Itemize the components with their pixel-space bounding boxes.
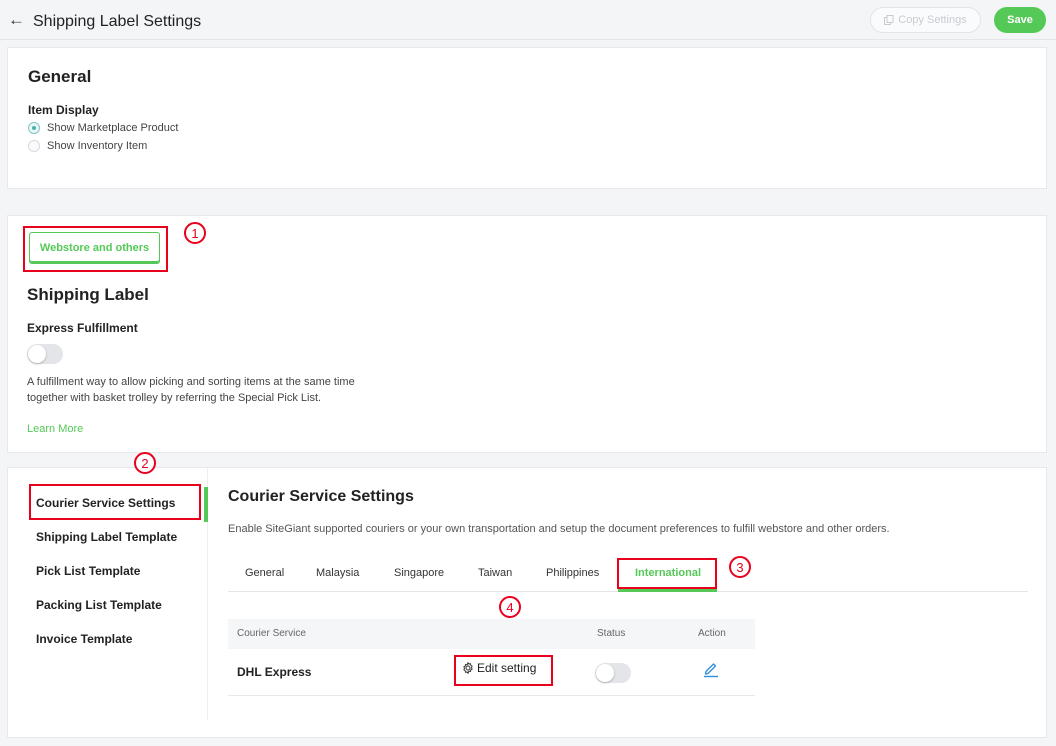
item-display-label: Item Display (28, 103, 99, 117)
webstore-and-others-button[interactable]: Webstore and others (29, 232, 160, 264)
annotation-number-1: 1 (184, 222, 206, 244)
save-button[interactable]: Save (994, 7, 1046, 33)
annotation-number-4: 4 (499, 596, 521, 618)
courier-section-description: Enable SiteGiant supported couriers or y… (228, 523, 890, 535)
sidebar-item-shipping-label-template[interactable]: Shipping Label Template (36, 530, 177, 544)
tab-taiwan[interactable]: Taiwan (478, 567, 512, 579)
radio-unselected-icon (28, 140, 40, 152)
table-row: DHL Express Edit setting (228, 649, 755, 696)
page-title: Shipping Label Settings (33, 13, 202, 30)
express-fulfillment-label: Express Fulfillment (27, 321, 138, 335)
active-tab-underline (618, 589, 717, 592)
tab-philippines[interactable]: Philippines (546, 567, 599, 579)
courier-name: DHL Express (237, 665, 312, 679)
tab-singapore[interactable]: Singapore (394, 567, 444, 579)
copy-settings-label: Copy Settings (898, 14, 967, 26)
table-header: Courier Service Status Action (228, 619, 755, 649)
column-header-action: Action (698, 628, 726, 639)
copy-icon (884, 15, 894, 25)
pencil-icon[interactable] (703, 660, 719, 678)
express-fulfillment-toggle[interactable] (27, 344, 63, 364)
learn-more-link[interactable]: Learn More (27, 423, 83, 435)
radio-selected-icon (28, 122, 40, 134)
courier-status-toggle[interactable] (595, 663, 631, 683)
tab-malaysia[interactable]: Malaysia (316, 567, 359, 579)
general-card: General Item Display Show Marketplace Pr… (7, 47, 1047, 189)
gear-icon (463, 662, 473, 674)
edit-setting-label: Edit setting (477, 661, 537, 675)
column-header-status: Status (597, 628, 626, 639)
radio-label: Show Inventory Item (47, 140, 148, 152)
radio-show-inventory-item[interactable]: Show Inventory Item (28, 140, 147, 152)
sidebar-item-invoice-template[interactable]: Invoice Template (36, 632, 132, 646)
sidebar-item-pick-list-template[interactable]: Pick List Template (36, 564, 140, 578)
radio-label: Show Marketplace Product (47, 122, 179, 134)
courier-settings-card: 2 Courier Service Settings Shipping Labe… (7, 452, 1047, 738)
general-title: General (28, 67, 92, 86)
top-bar: ← Shipping Label Settings Copy Settings … (0, 0, 1056, 40)
radio-show-marketplace-product[interactable]: Show Marketplace Product (28, 122, 178, 134)
annotation-number-3: 3 (729, 556, 751, 578)
country-tabs: General Malaysia Singapore Taiwan Philip… (228, 556, 1028, 592)
courier-section-title: Courier Service Settings (228, 488, 414, 505)
edit-setting-button[interactable]: Edit setting (462, 661, 536, 675)
shipping-label-title: Shipping Label (27, 285, 149, 304)
column-header-courier-service: Courier Service (237, 628, 306, 639)
settings-sidebar: Courier Service Settings Shipping Label … (8, 468, 208, 720)
arrow-left-icon[interactable]: ← (8, 11, 25, 29)
sidebar-active-indicator (204, 487, 208, 522)
sidebar-item-packing-list-template[interactable]: Packing List Template (36, 598, 162, 612)
shipping-label-card: Webstore and others 1 Shipping Label Exp… (7, 215, 1047, 453)
annotation-highlight-3 (617, 558, 717, 589)
express-fulfillment-description: A fulfillment way to allow picking and s… (27, 376, 355, 404)
tab-general[interactable]: General (245, 567, 284, 579)
copy-settings-button[interactable]: Copy Settings (870, 7, 981, 33)
sidebar-item-courier-service-settings[interactable]: Courier Service Settings (36, 496, 175, 510)
